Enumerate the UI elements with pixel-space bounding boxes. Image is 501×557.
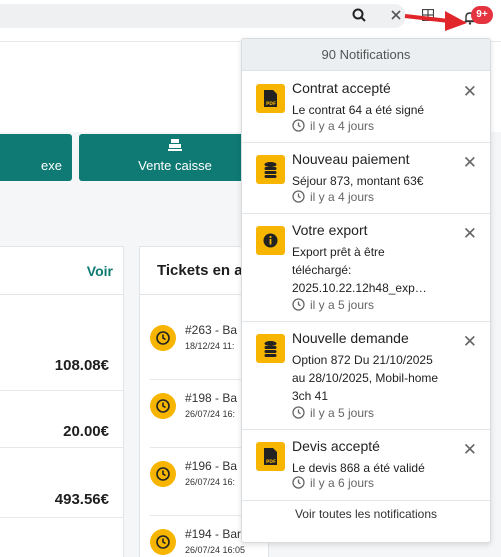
dismiss-notification-button[interactable]: ✕ [463,82,477,102]
search-input[interactable] [0,4,406,28]
divider [0,390,123,391]
notification-time-text: il y a 6 jours [310,476,375,490]
notification-item[interactable]: Nouveau paiement Séjour 873, montant 63€… [242,143,490,214]
dismiss-notification-button[interactable]: ✕ [463,440,477,460]
notification-title: Devis accepté [292,438,380,454]
ticket-title: #198 - Ba [185,391,238,405]
ticket-date: 26/07/24 16: [185,477,236,487]
notification-time: il y a 6 jours [292,476,374,490]
notification-time: il y a 4 jours [292,190,374,204]
notification-body: Le contrat 64 a été signé [292,103,425,117]
notification-body: Le devis 868 a été validé [292,461,425,475]
clock-icon [150,529,176,555]
notification-time: il y a 4 jours [292,119,374,133]
red-arrow-annotation [404,11,467,31]
notification-item[interactable]: PDF Contrat accepté Le contrat 64 a été … [242,72,490,143]
info-icon [256,226,285,255]
clock-icon [292,406,305,419]
clock-icon [292,476,305,489]
clock-icon [150,461,176,487]
see-all-notifications-link[interactable]: Voir toutes les notifications [242,507,490,521]
coins-icon [256,334,285,363]
notification-item[interactable]: Nouvelle demande Option 872 Du 21/10/202… [242,322,490,430]
notification-body: Option 872 Du 21/10/2025 au 28/10/2025, … [292,353,439,403]
amount-value: 108.08€ [54,357,109,374]
voir-link[interactable]: Voir [87,263,113,279]
notification-count-badge[interactable]: 9+ [471,6,493,24]
clock-icon [150,393,176,419]
cash-register-icon [168,139,182,151]
dismiss-notification-button[interactable]: ✕ [463,224,477,244]
notification-body: Séjour 873, montant 63€ [292,174,424,188]
dismiss-notification-button[interactable]: ✕ [463,332,477,352]
sales-panel-header: Voir [0,247,123,295]
notification-title: Contrat accepté [292,80,391,96]
close-icon[interactable] [391,10,401,20]
amount-value: 493.56€ [54,491,109,508]
sales-panel: Voir 108.08€ 20.00€ 493.56€ [0,246,124,557]
clock-icon [150,325,176,351]
clock-icon [292,298,305,311]
notifications-dropdown: 90 Notifications PDF Contrat accepté Le … [241,38,491,543]
notification-title: Nouvelle demande [292,330,409,346]
svg-text:PDF: PDF [266,459,276,465]
notification-time: il y a 5 jours [292,298,374,312]
pdf-icon: PDF [256,84,285,113]
notification-item[interactable]: Votre export Export prêt à être téléchar… [242,214,490,322]
ticket-title: #263 - Ba [185,323,238,337]
notification-time-text: il y a 4 jours [310,190,375,204]
ticket-date: 26/07/24 16:05 [185,545,246,555]
action-button-left-label: exe [41,158,62,173]
ticket-date: 26/07/24 16: [185,409,236,419]
amount-value: 20.00€ [63,423,109,440]
notification-body: Export prêt à être téléchargé: 2025.10.2… [292,245,427,295]
action-button-left[interactable]: exe [0,134,72,181]
notification-time-text: il y a 5 jours [310,406,375,420]
divider [0,447,123,448]
pdf-icon: PDF [256,442,285,471]
divider [0,517,123,518]
tickets-panel-title: Tickets en a [157,262,243,279]
ticket-date: 18/12/24 11: [185,341,235,351]
search-icon[interactable] [352,8,366,22]
notification-time-text: il y a 4 jours [310,119,375,133]
coins-icon [256,155,285,184]
dismiss-notification-button[interactable]: ✕ [463,153,477,173]
notification-item[interactable]: PDF Devis accepté Le devis 868 a été val… [242,430,490,501]
clock-icon [292,190,305,203]
notification-title: Votre export [292,222,368,238]
ticket-title: #194 - Bar [185,527,242,541]
notification-title: Nouveau paiement [292,151,410,167]
ticket-title: #196 - Ba [185,459,238,473]
notification-time-text: il y a 5 jours [310,298,375,312]
notification-time: il y a 5 jours [292,406,374,420]
notifications-header: 90 Notifications [242,39,490,71]
svg-text:PDF: PDF [266,101,276,107]
clock-icon [292,119,305,132]
